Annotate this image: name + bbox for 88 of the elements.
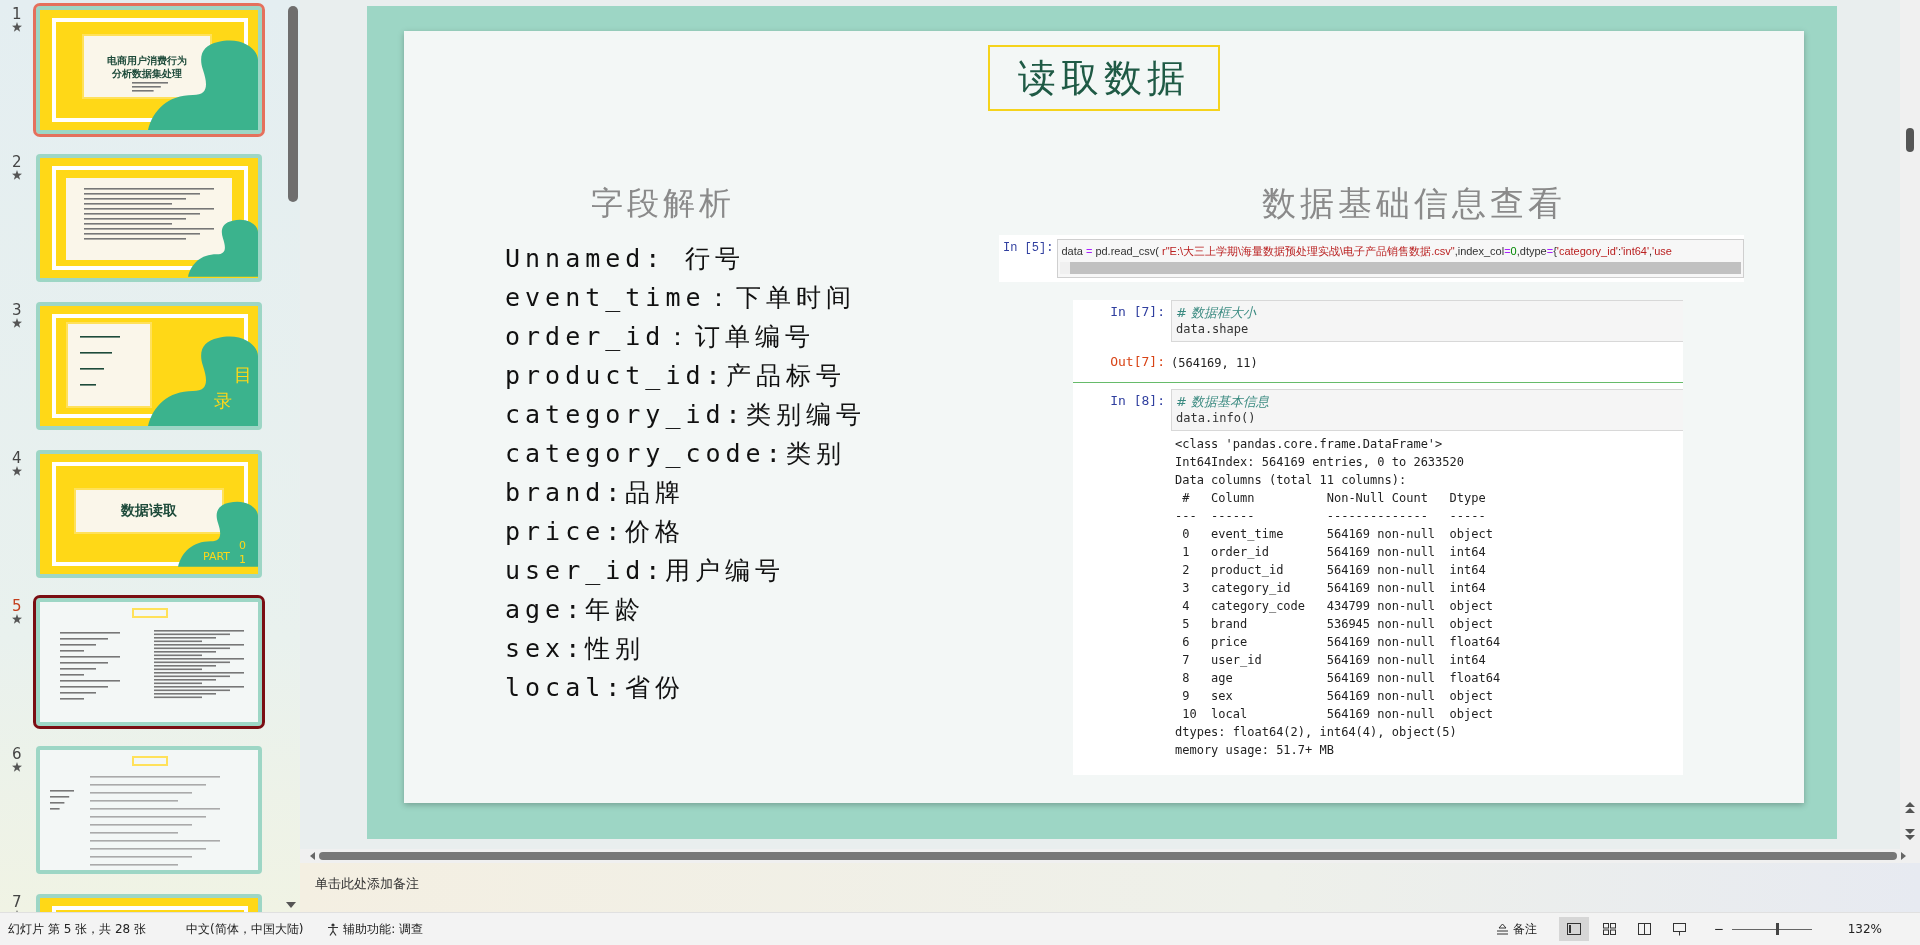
field-description: price:价格 — [505, 516, 687, 548]
thumbnail-title: 数据读取 — [121, 502, 177, 520]
output-line: Int64Index: 564169 entries, 0 to 2633520 — [1175, 454, 1465, 471]
accessibility-button[interactable]: 辅助功能: 调查 — [319, 917, 432, 941]
output-line: 4 category_code 434799 non-null object — [1181, 598, 1494, 615]
slide-thumbnail[interactable]: 电商用户消费行为 分析数据集处理 — [36, 6, 262, 134]
title-box — [132, 608, 168, 618]
cell-prompt: In [8]: — [1109, 392, 1166, 408]
output-line: # Column Non-Null Count Dtype — [1181, 490, 1487, 507]
slide-thumbnail[interactable] — [36, 746, 262, 874]
field-description: local:省份 — [505, 672, 687, 704]
code-input[interactable]: # 数据框大小 data.shape — [1171, 300, 1683, 342]
output-line: (564169, 11) — [1171, 355, 1258, 372]
zoom-level[interactable]: 132% — [1847, 922, 1882, 936]
horizontal-scrollbar[interactable] — [1060, 262, 1741, 274]
field-description: age:年龄 — [505, 594, 647, 626]
accessibility-icon — [327, 922, 340, 936]
field-description: user_id:用户编号 — [505, 555, 787, 587]
slide-counter: 幻灯片 第 5 张，共 28 张 — [8, 920, 146, 938]
output-line: --- ------ -------------- ----- — [1175, 508, 1487, 525]
page-arrows-icon[interactable] — [1904, 801, 1916, 841]
slide-number: 3 — [12, 302, 22, 318]
slide-number: 2 — [12, 154, 22, 170]
horizontal-scrollbar[interactable] — [319, 852, 1897, 860]
code-line: data = pd.read_csv( r"E:\大三上学期\海量数据预处理实战\电子产品销售数据.csv",index_col=0,dtype={'category_id':'int64','use — [1060, 244, 1673, 259]
section-heading: 字段解析 — [591, 184, 735, 222]
output-line: <class 'pandas.core.frame.DataFrame'> — [1175, 436, 1444, 453]
title-box — [132, 756, 168, 766]
field-description: order_id：订单编号 — [505, 321, 817, 353]
notes-placeholder: 单击此处添加备注 — [315, 876, 419, 891]
part-digit: 0 — [239, 540, 246, 552]
output-prompt: Out[7]: — [1109, 353, 1166, 369]
blob-drawing — [188, 218, 258, 278]
zoom-out[interactable]: − — [1713, 922, 1724, 936]
output-line: 8 age 564169 non-null float64 — [1181, 670, 1502, 687]
output-line: dtypes: float64(2), int64(4), object(5) — [1175, 724, 1458, 741]
output-line: 3 category_id 564169 non-null int64 — [1181, 580, 1487, 597]
field-description: sex:性别 — [505, 633, 647, 665]
text-lines-drawing — [132, 82, 168, 92]
text-lines-drawing — [60, 632, 120, 700]
thumbnail-title: 目 — [234, 366, 252, 384]
output-line: 2 product_id 564169 non-null int64 — [1181, 562, 1487, 579]
language-indicator[interactable]: 中文(简体，中国大陆) — [186, 920, 304, 938]
scrollbar-thumb[interactable] — [1906, 128, 1914, 152]
text-lines-drawing — [50, 790, 74, 810]
output-line: 7 user_id 564169 non-null int64 — [1181, 652, 1487, 669]
output-line: 9 sex 564169 non-null object — [1181, 688, 1494, 705]
normal-view-icon — [1566, 923, 1581, 935]
field-description: category_code:类别 — [505, 438, 847, 470]
section-heading: 数据基础信息查看 — [1261, 183, 1566, 223]
slide-thumbnail[interactable] — [36, 154, 262, 282]
output-line: 0 event_time 564169 non-null object — [1181, 526, 1494, 543]
book-icon — [1637, 923, 1651, 935]
output-line: 10 local 564169 non-null object — [1181, 706, 1494, 723]
thumbnail-title: 录 — [214, 392, 232, 410]
text-lines-drawing — [80, 336, 120, 386]
slide-thumbnail[interactable]: 数据读取 PART 0 1 — [36, 450, 262, 578]
grid-view-icon — [1602, 923, 1616, 935]
slideshow-icon — [1672, 922, 1686, 936]
field-description: Unnamed: 行号 — [505, 243, 747, 275]
slide-thumbnail[interactable] — [36, 598, 262, 726]
slide-number: 5 — [12, 598, 22, 614]
slide-number: 7 — [12, 894, 22, 910]
field-description: brand:品牌 — [505, 477, 687, 509]
slide-number: 6 — [12, 746, 22, 762]
output-line: 6 price 564169 non-null float64 — [1181, 634, 1502, 651]
thumbnail-title: 分析数据集处理 — [112, 66, 182, 80]
cell-prompt: In [5]: — [1003, 240, 1054, 257]
scrollbar-thumb[interactable] — [288, 6, 298, 202]
part-label: PART — [202, 551, 230, 562]
slide-number: 1 — [12, 6, 22, 22]
part-digit: 1 — [239, 554, 246, 566]
notes-icon — [1495, 923, 1509, 935]
output-line: Data columns (total 11 columns): — [1175, 472, 1408, 489]
code-input[interactable]: # 数据基本信息 data.info() — [1171, 389, 1683, 431]
field-description: event_time：下单时间 — [505, 282, 857, 314]
notes-pane[interactable]: 单击此处添加备注 — [300, 863, 1920, 912]
field-description: product_id:产品标号 — [505, 360, 847, 392]
cell-prompt: In [7]: — [1109, 303, 1166, 319]
slide-number: 4 — [12, 450, 22, 466]
output-line: memory usage: 51.7+ MB — [1175, 742, 1335, 759]
slide-title: 读取数据 — [988, 45, 1220, 111]
view-button[interactable] — [1558, 917, 1589, 941]
notes-button[interactable]: 备注 — [1487, 917, 1545, 941]
output-line: 5 brand 536945 non-null object — [1181, 616, 1494, 633]
field-description: category_id:类别编号 — [505, 399, 867, 431]
output-line: 1 order_id 564169 non-null int64 — [1181, 544, 1487, 561]
thumbnail-title: 电商用户消费行为 — [107, 53, 187, 67]
